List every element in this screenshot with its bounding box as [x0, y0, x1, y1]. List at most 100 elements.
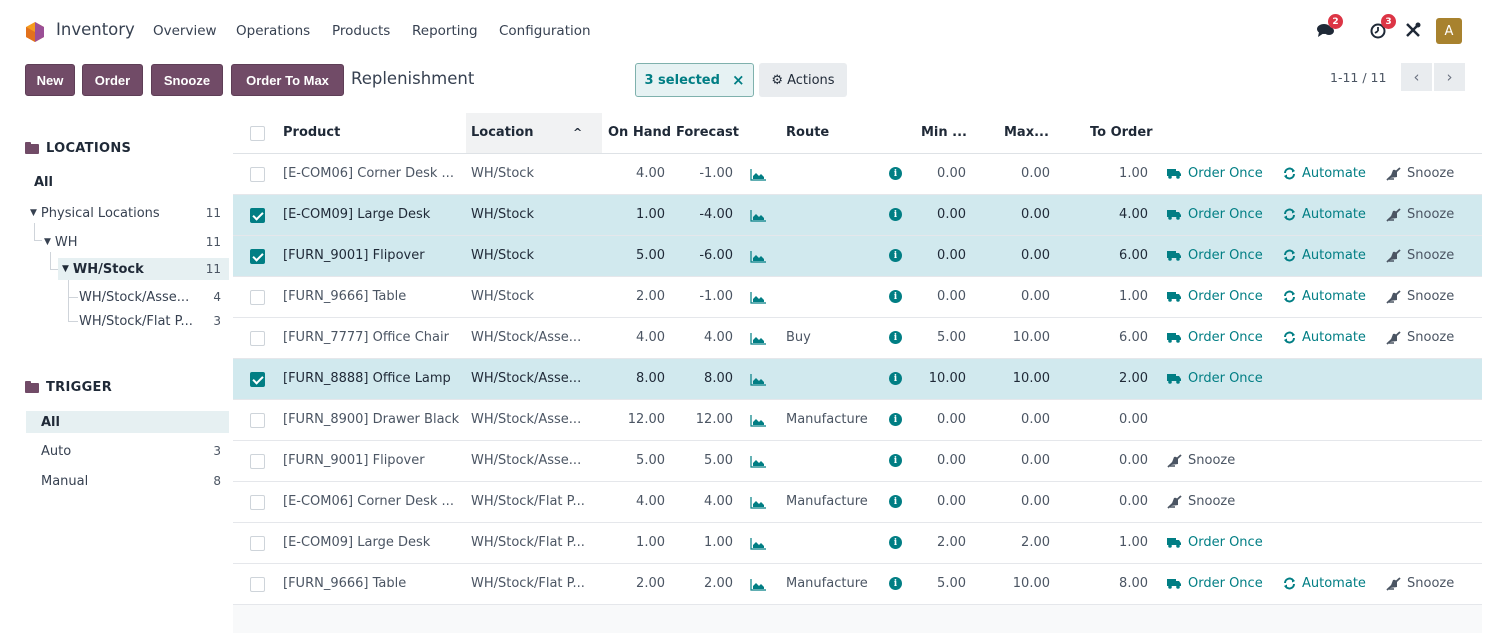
snooze-row-button[interactable]: Snooze [1167, 494, 1235, 509]
info-icon[interactable]: i [889, 495, 902, 508]
order-once-button[interactable]: Order Once [1167, 535, 1263, 550]
column-forecast[interactable]: Forecast [676, 125, 739, 140]
row-checkbox[interactable] [250, 413, 265, 428]
location-physical-locations[interactable]: ▼ Physical Locations 11 [30, 202, 229, 224]
cell-product[interactable]: [FURN_9001] Flipover [283, 453, 425, 468]
cell-product[interactable]: [E-COM06] Corner Desk ... [283, 166, 454, 181]
area-chart-icon[interactable] [750, 333, 766, 345]
caret-down-icon[interactable]: ▼ [62, 264, 69, 274]
pager-value[interactable]: 1-11 / 11 [1330, 70, 1386, 85]
cell-product[interactable]: [FURN_8900] Drawer Black [283, 412, 459, 427]
area-chart-icon[interactable] [750, 210, 766, 222]
trigger-all[interactable]: All [26, 411, 229, 433]
row-checkbox[interactable] [250, 372, 265, 387]
automate-button[interactable]: Automate [1283, 207, 1366, 222]
table-row[interactable]: [FURN_9001] Flipover WH/Stock 5.00 -6.00 i 0.… [233, 236, 1482, 277]
area-chart-icon[interactable] [750, 169, 766, 181]
app-name[interactable]: Inventory [56, 20, 135, 39]
table-row[interactable]: [FURN_9666] Table WH/Stock 2.00 -1.00 i 0.00 0… [233, 277, 1482, 318]
table-row[interactable]: [FURN_9666] Table WH/Stock/Flat P... 2.00 2… [233, 564, 1482, 605]
info-icon[interactable]: i [889, 167, 902, 180]
info-icon[interactable]: i [889, 290, 902, 303]
snooze-row-button[interactable]: Snooze [1386, 330, 1454, 345]
cell-product[interactable]: [E-COM09] Large Desk [283, 535, 430, 550]
area-chart-icon[interactable] [750, 415, 766, 427]
table-row[interactable]: [E-COM09] Large Desk WH/Stock/Flat P... 1.… [233, 523, 1482, 564]
menu-operations[interactable]: Operations [236, 23, 310, 39]
cell-product[interactable]: [FURN_9001] Flipover [283, 248, 425, 263]
table-row[interactable]: [E-COM06] Corner Desk ... WH/Stock/Flat P… [233, 482, 1482, 523]
caret-down-icon[interactable]: ▼ [30, 208, 37, 218]
row-checkbox[interactable] [250, 495, 265, 510]
snooze-row-button[interactable]: Snooze [1386, 207, 1454, 222]
area-chart-icon[interactable] [750, 538, 766, 550]
snooze-button[interactable]: Snooze [151, 64, 223, 96]
table-row[interactable]: [FURN_8900] Drawer Black WH/Stock/Asse...… [233, 400, 1482, 441]
messages-button[interactable]: 2 [1313, 14, 1343, 43]
debug-tools-button[interactable] [1402, 17, 1424, 43]
menu-reporting[interactable]: Reporting [412, 23, 478, 39]
actions-dropdown[interactable]: ⚙ Actions [759, 63, 847, 97]
info-icon[interactable]: i [889, 249, 902, 262]
row-checkbox[interactable] [250, 536, 265, 551]
table-row[interactable]: [FURN_9001] Flipover WH/Stock/Asse... 5.00… [233, 441, 1482, 482]
snooze-row-button[interactable]: Snooze [1167, 453, 1235, 468]
cell-product[interactable]: [FURN_7777] Office Chair [283, 330, 449, 345]
info-icon[interactable]: i [889, 331, 902, 344]
info-icon[interactable]: i [889, 577, 902, 590]
area-chart-icon[interactable] [750, 456, 766, 468]
order-once-button[interactable]: Order Once [1167, 166, 1263, 181]
area-chart-icon[interactable] [750, 374, 766, 386]
automate-button[interactable]: Automate [1283, 576, 1366, 591]
order-once-button[interactable]: Order Once [1167, 248, 1263, 263]
location-wh-stock[interactable]: ▼ WH/Stock 11 [58, 258, 229, 280]
menu-products[interactable]: Products [332, 23, 390, 39]
location-wh[interactable]: ▼ WH 11 [44, 231, 229, 253]
info-icon[interactable]: i [889, 536, 902, 549]
automate-button[interactable]: Automate [1283, 248, 1366, 263]
row-checkbox[interactable] [250, 290, 265, 305]
select-all-checkbox[interactable] [250, 126, 265, 141]
cell-product[interactable]: [E-COM06] Corner Desk ... [283, 494, 454, 509]
order-once-button[interactable]: Order Once [1167, 371, 1263, 386]
table-row[interactable]: [FURN_7777] Office Chair WH/Stock/Asse...… [233, 318, 1482, 359]
snooze-row-button[interactable]: Snooze [1386, 248, 1454, 263]
sort-ascending-icon[interactable]: ^ [573, 126, 582, 139]
cell-product[interactable]: [FURN_8888] Office Lamp [283, 371, 451, 386]
snooze-row-button[interactable]: Snooze [1386, 166, 1454, 181]
order-to-max-button[interactable]: Order To Max [231, 64, 344, 96]
row-checkbox[interactable] [250, 167, 265, 182]
activities-button[interactable]: 3 [1366, 14, 1396, 43]
area-chart-icon[interactable] [750, 579, 766, 591]
order-once-button[interactable]: Order Once [1167, 576, 1263, 591]
automate-button[interactable]: Automate [1283, 166, 1366, 181]
info-icon[interactable]: i [889, 454, 902, 467]
info-icon[interactable]: i [889, 208, 902, 221]
trigger-auto[interactable]: Auto 3 [26, 440, 229, 462]
column-to-order[interactable]: To Order [1090, 125, 1153, 140]
info-icon[interactable]: i [889, 372, 902, 385]
inventory-app-icon[interactable] [25, 21, 45, 43]
column-on-hand[interactable]: On Hand [608, 125, 671, 140]
column-product[interactable]: Product [283, 125, 340, 140]
cell-product[interactable]: [FURN_9666] Table [283, 576, 406, 591]
area-chart-icon[interactable] [750, 251, 766, 263]
automate-button[interactable]: Automate [1283, 330, 1366, 345]
order-once-button[interactable]: Order Once [1167, 207, 1263, 222]
area-chart-icon[interactable] [750, 497, 766, 509]
menu-configuration[interactable]: Configuration [499, 23, 591, 39]
row-checkbox[interactable] [250, 331, 265, 346]
order-once-button[interactable]: Order Once [1167, 330, 1263, 345]
row-checkbox[interactable] [250, 208, 265, 223]
new-button[interactable]: New [25, 64, 75, 96]
table-row[interactable]: [E-COM06] Corner Desk ... WH/Stock 4.00 -1.… [233, 154, 1482, 195]
row-checkbox[interactable] [250, 249, 265, 264]
pager-previous-button[interactable]: ‹ [1401, 63, 1432, 91]
column-route[interactable]: Route [786, 125, 829, 140]
location-wh-stock-assembly[interactable]: WH/Stock/Asse... 4 [79, 286, 229, 308]
automate-button[interactable]: Automate [1283, 289, 1366, 304]
snooze-row-button[interactable]: Snooze [1386, 576, 1454, 591]
trigger-manual[interactable]: Manual 8 [26, 470, 229, 492]
snooze-row-button[interactable]: Snooze [1386, 289, 1454, 304]
pager-next-button[interactable]: › [1434, 63, 1465, 91]
